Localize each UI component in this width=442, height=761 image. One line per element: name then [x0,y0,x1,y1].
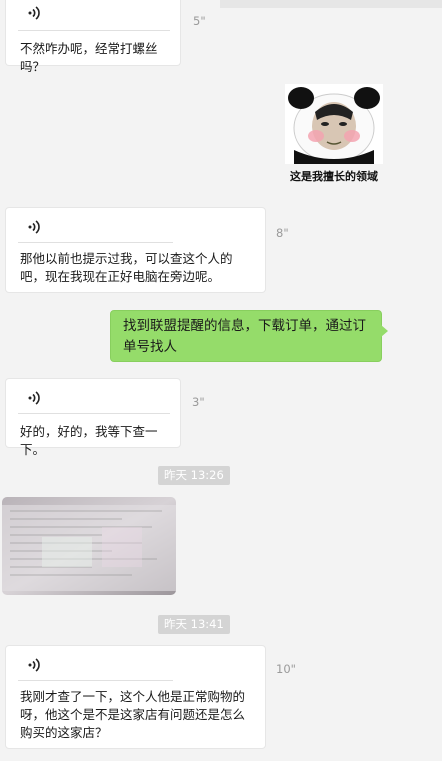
screen-photo-thumbnail [2,497,176,595]
voice-transcript: 那他以前也提示过我，可以查这个人的吧，现在我现在正好电脑在旁边呢。 [20,251,233,284]
voice-transcript: 我刚才查了一下，这个人他是正常购物的呀，他这个是不是这家店有问题还是怎么购买的这… [20,689,246,740]
voice-message-4[interactable]: 我刚才查了一下，这个人他是正常购物的呀，他这个是不是这家店有问题还是怎么购买的这… [5,645,266,749]
voice-duration: 10" [276,662,296,676]
sticker-caption: 这是我擅长的领域 [290,170,378,183]
voice-message-1[interactable]: 不然咋办呢，经常打螺丝吗？ [5,0,181,74]
message-text: 找到联盟提醒的信息，下载订单，通过订单号找人 [123,318,366,355]
timestamp-label: 昨天 13:41 [158,615,230,634]
voice-message-3[interactable]: 好的，好的，我等下查一下。 [5,378,181,457]
timestamp-label: 昨天 13:26 [158,466,230,485]
top-edge-bar [220,0,442,8]
voice-wave-icon [28,220,40,234]
voice-transcript: 不然咋办呢，经常打螺丝吗？ [20,41,158,74]
voice-divider [18,413,170,414]
sent-text-message[interactable]: 找到联盟提醒的信息，下载订单，通过订单号找人 [110,310,388,362]
voice-wave-icon [28,658,40,672]
voice-divider [18,680,173,681]
panda-meme-sticker [285,84,383,164]
voice-divider [18,242,173,243]
voice-duration: 8" [276,226,289,240]
voice-transcript: 好的，好的，我等下查一下。 [20,424,158,457]
voice-duration: 5" [193,14,206,28]
voice-wave-icon [28,6,40,20]
voice-duration: 3" [192,395,205,409]
voice-message-2[interactable]: 那他以前也提示过我，可以查这个人的吧，现在我现在正好电脑在旁边呢。 [5,207,266,293]
sticker-message[interactable]: 这是我擅长的领域 [285,84,383,184]
voice-wave-icon [28,391,40,405]
image-message[interactable] [2,497,176,595]
voice-divider [18,30,170,31]
